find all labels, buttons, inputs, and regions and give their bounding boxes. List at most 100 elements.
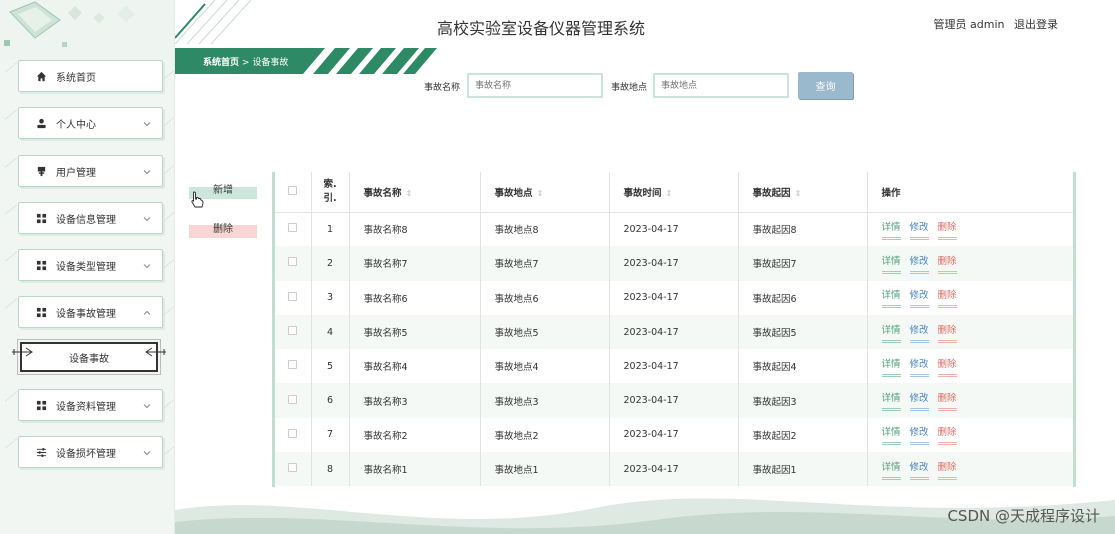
cell-cause: 事故起因3 [738,383,868,418]
delete-link[interactable]: 删除 [937,322,957,343]
detail-link[interactable]: 详情 [881,219,901,240]
delete-link[interactable]: 删除 [937,253,957,274]
column-header-cause[interactable]: 事故起因 ⇕ [738,172,868,213]
select-all-checkbox[interactable] [275,172,312,213]
column-header-location[interactable]: 事故地点 ⇕ [480,172,610,213]
search-button[interactable]: 查询 [798,72,853,99]
app-title: 高校实验室设备仪器管理系统 [437,19,646,38]
home-icon [35,70,47,82]
arrow-right-icon [12,347,33,357]
row-checkbox[interactable] [275,280,312,315]
detail-link[interactable]: 详情 [881,356,901,377]
sidebar-item-personal-center[interactable]: 个人中心 [18,107,163,139]
cell-location: 事故地点3 [480,383,610,418]
chevron-down-icon [143,217,151,222]
column-header-operations: 操作 [867,172,1073,213]
cell-location: 事故地点6 [480,280,610,315]
user-manage-icon [35,165,47,177]
sidebar-subitem-device-accident[interactable]: 设备事故 [12,339,166,375]
search-name-label: 事故名称 [424,83,461,93]
cell-operations: 详情 修改 删除 [867,418,1073,452]
logout-link[interactable]: 退出登录 [1014,18,1058,31]
cell-time: 2023-04-17 [609,349,739,384]
cell-name: 事故名称5 [349,314,481,350]
sidebar-item-home[interactable]: 系统首页 [18,60,163,92]
cell-name: 事故名称4 [349,349,481,384]
edit-link[interactable]: 修改 [909,287,929,309]
table-row: 5 事故名称4 事故地点4 2023-04-17 事故起因4 详情 修改 删除 [275,349,1073,384]
search-location-label: 事故地点 [611,83,648,93]
cell-location: 事故地点4 [480,349,610,384]
sidebar-item-label: 设备类型管理 [56,261,116,273]
cell-index: 7 [311,417,350,453]
sidebar-item-label: 个人中心 [56,119,96,131]
sidebar-item-label: 设备信息管理 [56,214,116,226]
sidebar-item-label: 用户管理 [56,167,96,179]
cell-cause: 事故起因6 [738,280,868,315]
edit-link[interactable]: 修改 [909,219,929,240]
person-icon [35,117,47,129]
sort-icon: ⇕ [665,188,673,198]
detail-link[interactable]: 详情 [881,424,901,446]
cell-cause: 事故起因8 [738,212,868,247]
chevron-down-icon [143,451,151,456]
delete-link[interactable]: 删除 [937,287,957,309]
user-area: 管理员 admin 退出登录 [928,16,1058,32]
sliders-icon [35,446,47,458]
table-row: 3 事故名称6 事故地点6 2023-04-17 事故起因6 详情 修改 删除 [275,280,1073,315]
delete-link[interactable]: 删除 [937,424,957,446]
sidebar-item-device-damage[interactable]: 设备损坏管理 [18,436,163,468]
row-checkbox[interactable] [275,212,312,247]
row-checkbox[interactable] [275,383,312,418]
column-header-index: 索. 引. [311,172,350,213]
cell-operations: 详情 修改 删除 [867,281,1073,315]
chevron-down-icon [143,264,151,269]
detail-link[interactable]: 详情 [881,287,901,309]
delete-link[interactable]: 删除 [937,390,957,412]
sidebar-logo-decoration [0,0,174,60]
edit-link[interactable]: 修改 [909,356,929,377]
edit-link[interactable]: 修改 [909,390,929,412]
cell-index: 6 [311,383,350,418]
detail-link[interactable]: 详情 [881,322,901,343]
column-header-time[interactable]: 事故时间 ⇕ [609,172,739,213]
cell-name: 事故名称6 [349,280,481,315]
chevron-up-icon [143,310,151,315]
sidebar-item-device-docs[interactable]: 设备资料管理 [18,389,163,421]
sort-icon: ⇕ [794,188,802,198]
sidebar-item-device-type[interactable]: 设备类型管理 [18,249,163,281]
cell-cause: 事故起因4 [738,349,868,384]
column-header-name[interactable]: 事故名称 ⇕ [349,172,481,213]
delete-selected-button[interactable]: 删除 [189,214,257,238]
row-checkbox[interactable] [275,417,312,453]
top-header: 高校实验室设备仪器管理系统 管理员 admin 退出登录 [175,0,1115,48]
sidebar-item-label: 设备资料管理 [56,401,116,413]
data-table: 索. 引. 事故名称 ⇕ 事故地点 ⇕ 事故时间 ⇕ 事故起因 ⇕ 操作 1 事故名称8 事… [272,172,1076,487]
cell-index: 1 [311,212,350,247]
edit-link[interactable]: 修改 [909,424,929,446]
cell-operations: 详情 修改 删除 [867,246,1073,281]
column-header-name-text: 事故名称 [363,187,402,199]
table-header-row: 索. 引. 事故名称 ⇕ 事故地点 ⇕ 事故时间 ⇕ 事故起因 ⇕ 操作 [275,172,1073,213]
edit-link[interactable]: 修改 [909,322,929,343]
cell-operations: 详情 修改 删除 [867,314,1073,350]
sidebar-subitem-label: 设备事故 [69,353,109,365]
grid-icon [35,212,47,224]
row-checkbox[interactable] [275,314,312,350]
chevron-down-icon [143,170,151,175]
delete-link[interactable]: 删除 [937,219,957,240]
search-location-input[interactable] [653,73,789,98]
column-header-time-text: 事故时间 [623,187,662,199]
search-name-input[interactable] [467,73,603,98]
column-header-cause-text: 事故起因 [752,187,791,199]
sidebar-item-device-info[interactable]: 设备信息管理 [18,202,163,234]
detail-link[interactable]: 详情 [881,253,901,274]
sidebar-item-user-management[interactable]: 用户管理 [18,155,163,187]
cell-operations: 详情 修改 删除 [867,212,1073,246]
row-checkbox[interactable] [275,349,312,384]
row-checkbox[interactable] [275,246,312,281]
edit-link[interactable]: 修改 [909,253,929,274]
delete-link[interactable]: 删除 [937,356,957,377]
sidebar-item-device-accident[interactable]: 设备事故管理 [18,296,163,328]
detail-link[interactable]: 详情 [881,390,901,412]
